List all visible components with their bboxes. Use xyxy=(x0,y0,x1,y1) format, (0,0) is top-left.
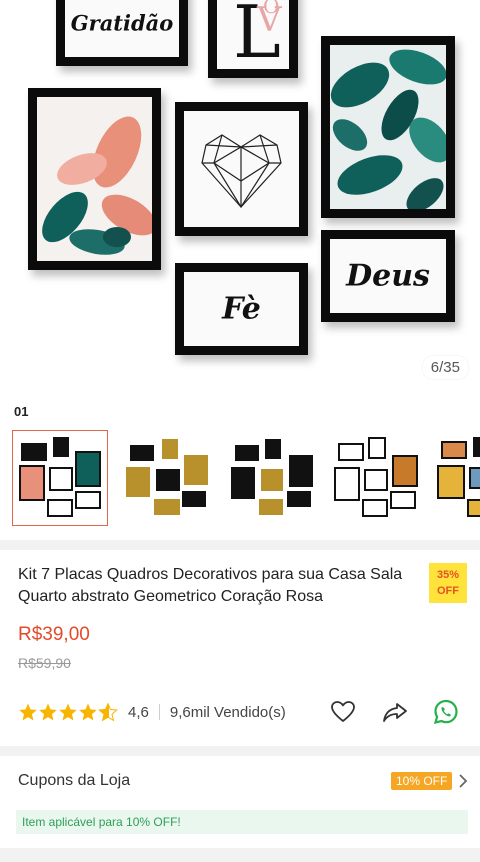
variation-thumb-3[interactable] xyxy=(222,430,318,526)
variation-thumb-4[interactable] xyxy=(327,430,423,526)
frame-leaves-teal xyxy=(321,36,455,218)
frame-fe: Fè xyxy=(175,263,308,355)
rating-stars xyxy=(18,702,118,722)
discount-percent: 35% xyxy=(436,569,460,581)
section-separator xyxy=(0,746,480,756)
chevron-right-icon[interactable] xyxy=(456,771,470,791)
frame-gratidao: Gratidão xyxy=(56,0,188,66)
whatsapp-icon[interactable] xyxy=(432,698,460,726)
coupon-badge[interactable]: 10% OFF xyxy=(391,772,453,790)
product-image-gallery[interactable]: Gratidão L V O Deus Fè 6/35 xyxy=(0,0,480,392)
discount-off-text: OFF xyxy=(437,585,459,597)
star-half-icon xyxy=(98,702,118,722)
frame-word-deus: Deus xyxy=(346,258,430,294)
geometric-heart-art xyxy=(201,134,282,209)
section-separator xyxy=(0,540,480,550)
svg-text:O: O xyxy=(263,0,279,18)
frame-word-fe: Fè xyxy=(222,291,261,327)
frame-word-gratidao: Gratidão xyxy=(70,10,174,36)
variation-thumb-5[interactable] xyxy=(432,430,480,526)
frame-love: L V O xyxy=(208,0,298,78)
star-full-icon xyxy=(39,703,57,721)
share-icon[interactable] xyxy=(381,698,409,726)
product-title: Kit 7 Placas Quadros Decorativos para su… xyxy=(18,566,403,605)
variation-thumbnails xyxy=(12,430,480,526)
star-full-icon xyxy=(59,703,77,721)
love-letters-art: L V O xyxy=(233,0,283,69)
pink-leaves-art xyxy=(42,116,152,255)
sold-count: 9,6mil Vendido(s) xyxy=(169,703,286,721)
original-price: R$59,90 xyxy=(18,655,71,671)
rating-value: 4,6 xyxy=(128,703,149,721)
variation-thumb-1[interactable] xyxy=(12,430,108,526)
star-full-icon xyxy=(79,703,97,721)
discount-badge: 35% OFF xyxy=(429,563,467,603)
frame-leaves-pink xyxy=(28,88,161,270)
coupon-note: Item aplicável para 10% OFF! xyxy=(16,810,468,834)
star-full-icon xyxy=(19,703,37,721)
variation-label: 01 xyxy=(14,404,29,419)
rating-divider xyxy=(158,704,160,720)
section-separator xyxy=(0,848,480,862)
variation-thumb-2[interactable] xyxy=(117,430,213,526)
frame-deus: Deus xyxy=(321,230,455,322)
store-coupons-label[interactable]: Cupons da Loja xyxy=(18,772,130,790)
heart-icon[interactable] xyxy=(329,698,357,726)
teal-leaves-art xyxy=(330,49,446,209)
current-price: R$39,00 xyxy=(18,624,90,645)
frame-heart xyxy=(175,102,308,236)
image-counter: 6/35 xyxy=(422,356,468,379)
